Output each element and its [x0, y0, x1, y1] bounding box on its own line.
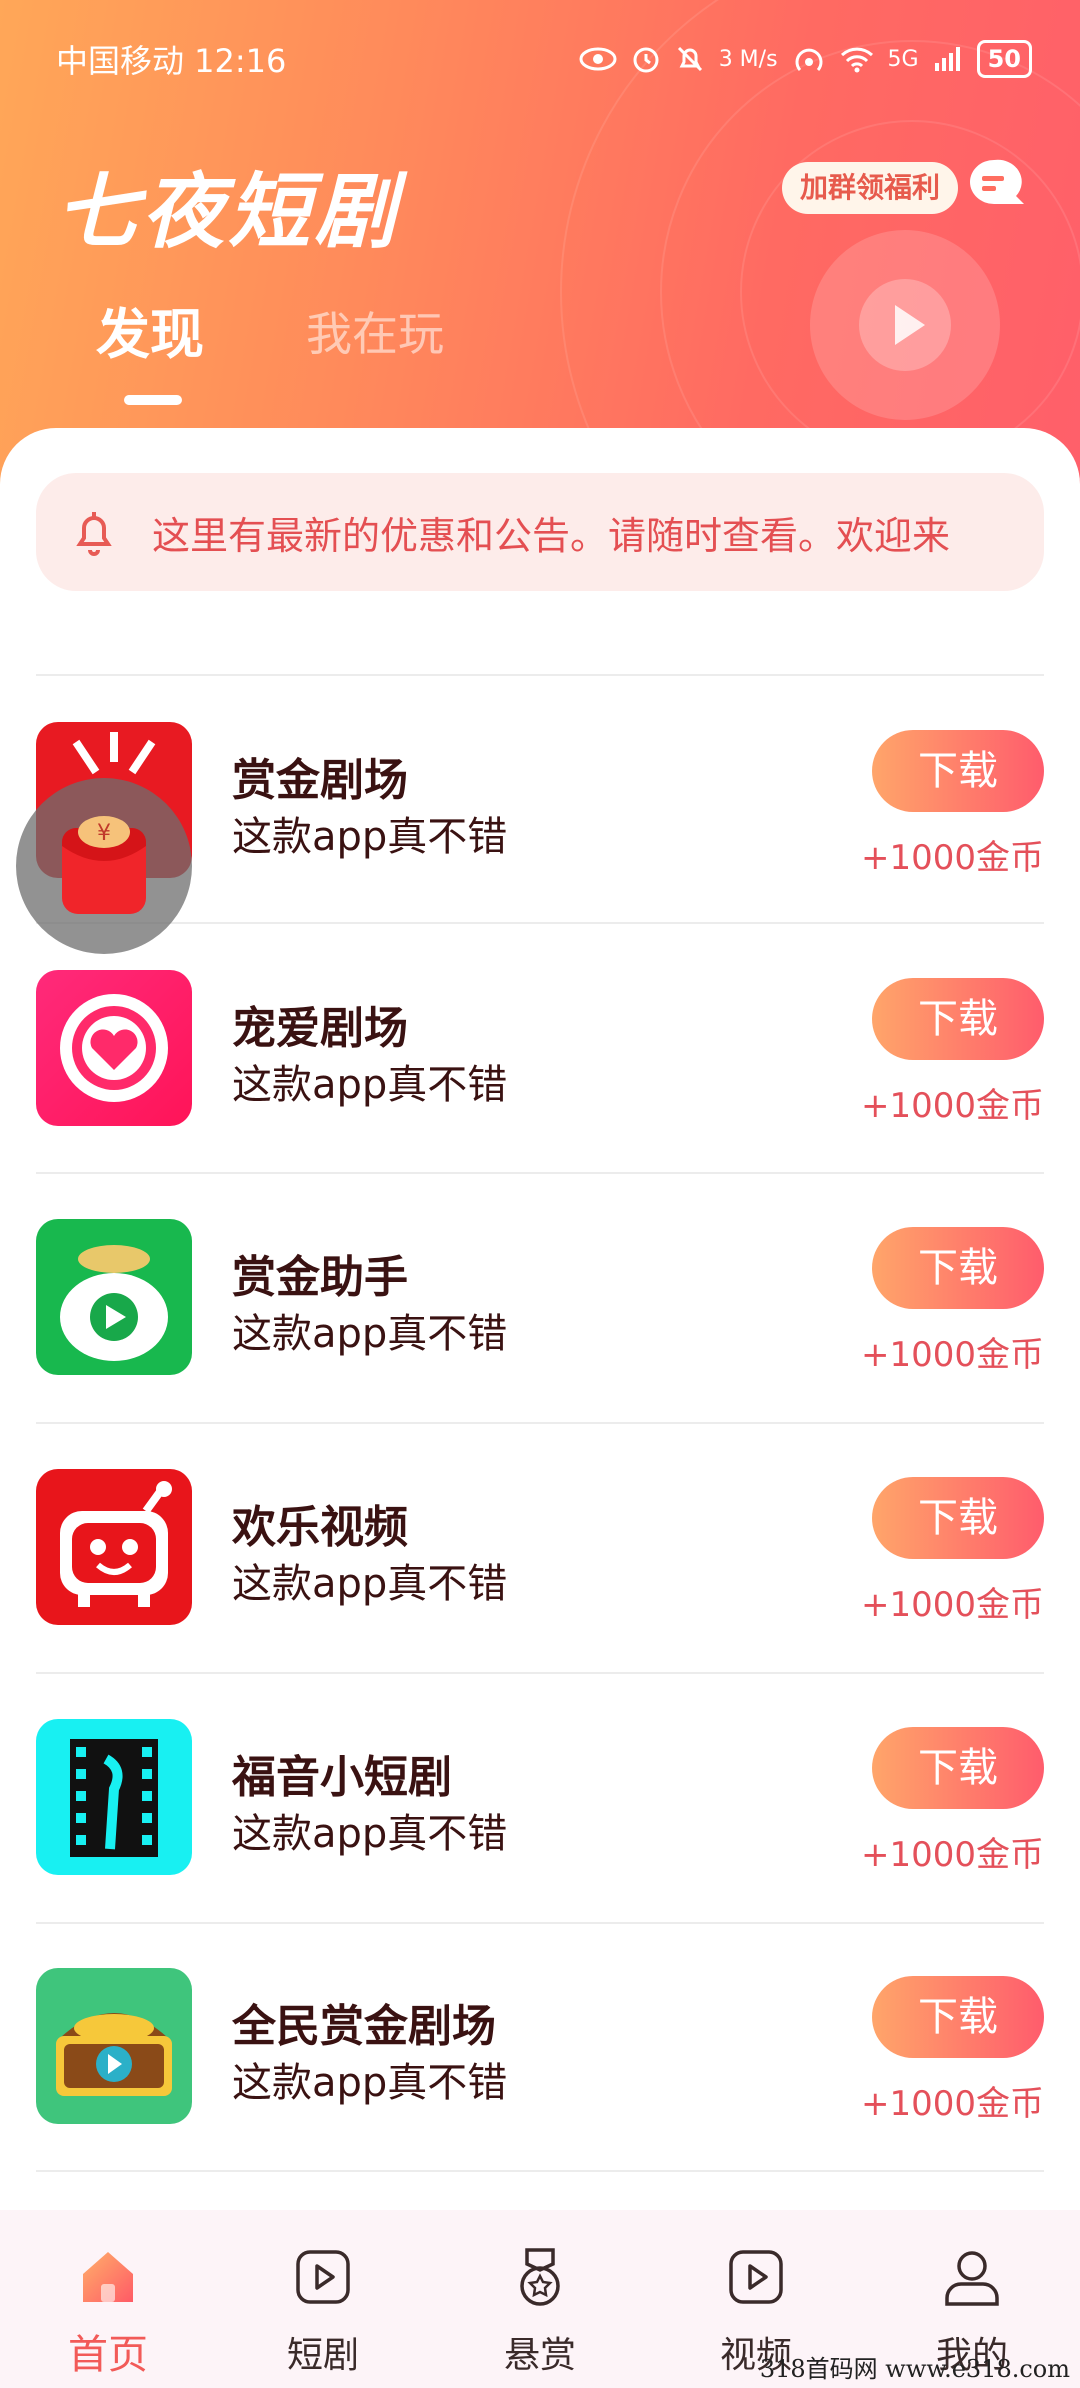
download-button[interactable]: 下载: [872, 1227, 1044, 1309]
app-desc: 这款app真不错: [232, 1561, 508, 1607]
eye-icon: [579, 47, 617, 71]
mute-bell-icon: [677, 46, 702, 72]
list-item[interactable]: 全民赏金剧场 这款app真不错 下载 +1000金币: [36, 1968, 1044, 2188]
app-desc: 这款app真不错: [232, 2060, 508, 2106]
treasure-chest-icon: [36, 1968, 192, 2124]
list-item[interactable]: 宠爱剧场 这款app真不错 下载 +1000金币: [36, 970, 1044, 1190]
coin-reward: +1000金币: [860, 1086, 1044, 1126]
coin-reward: +1000金币: [860, 838, 1044, 878]
divider: [36, 1672, 1044, 1674]
nav-label: 悬赏: [503, 2335, 576, 2376]
film-strip-icon: [36, 1719, 192, 1875]
wifi-icon: [840, 47, 873, 73]
red-packet-icon: ¥: [62, 816, 146, 914]
tv-face-icon: [36, 1469, 192, 1625]
divider: [36, 1422, 1044, 1424]
battery-indicator: 50: [976, 40, 1032, 78]
coin-reward: +1000金币: [860, 1335, 1044, 1375]
alarm-icon: [633, 47, 659, 73]
coin-reward: +1000金币: [860, 1835, 1044, 1875]
play-square-icon: [296, 2250, 350, 2304]
money-bag-icon: [36, 1219, 192, 1375]
status-bar: 中国移动 12:16 3 M/s 5G 50: [56, 34, 1032, 84]
app-name: 福音小短剧: [232, 1752, 452, 1803]
nav-home[interactable]: 首页: [33, 2210, 183, 2388]
net-speed: 3 M/s: [718, 46, 778, 72]
divider: [36, 1922, 1044, 1924]
divider: [36, 2170, 1044, 2172]
app-name: 宠爱剧场: [232, 1003, 408, 1054]
list-item[interactable]: 欢乐视频 这款app真不错 下载 +1000金币: [36, 1469, 1044, 1689]
divider: [36, 674, 1044, 676]
app-desc: 这款app真不错: [232, 1062, 508, 1108]
notice-text: 这里有最新的优惠和公告。请随时查看。欢迎来: [152, 513, 951, 558]
heart-icon: [36, 970, 192, 1126]
home-icon: [83, 2252, 133, 2302]
download-button[interactable]: 下载: [872, 1727, 1044, 1809]
medal-icon: [520, 2248, 560, 2306]
red-packet-button[interactable]: ¥: [16, 778, 192, 954]
app-name: 赏金助手: [232, 1252, 408, 1303]
divider: [36, 1172, 1044, 1174]
signal-icon: [934, 47, 960, 71]
app-desc: 这款app真不错: [232, 814, 508, 860]
list-item[interactable]: 赏金助手 这款app真不错 下载 +1000金币: [36, 1219, 1044, 1439]
bell-icon: [76, 512, 112, 556]
download-button[interactable]: 下载: [872, 978, 1044, 1060]
divider: [36, 922, 1044, 924]
app-name: 赏金剧场: [232, 755, 408, 806]
app-name: 全民赏金剧场: [232, 2001, 496, 2052]
list-item[interactable]: 赏金剧场 这款app真不错 下载 +1000金币: [36, 722, 1044, 942]
app-title: 七夜短剧: [56, 164, 400, 260]
notice-bar[interactable]: 这里有最新的优惠和公告。请随时查看。欢迎来: [36, 473, 1044, 591]
nav-bounty[interactable]: 悬赏: [465, 2210, 615, 2388]
svg-text:¥: ¥: [97, 821, 111, 846]
download-button[interactable]: 下载: [872, 1976, 1044, 2058]
download-button[interactable]: 下载: [872, 730, 1044, 812]
app-desc: 这款app真不错: [232, 1811, 508, 1857]
app-name: 欢乐视频: [232, 1502, 408, 1553]
chat-bubble-icon[interactable]: [964, 156, 1030, 214]
app-desc: 这款app真不错: [232, 1311, 508, 1357]
network-type: 5G: [887, 46, 919, 72]
tab-underline: [124, 395, 182, 405]
coin-reward: +1000金币: [860, 1585, 1044, 1625]
nav-dramas[interactable]: 短剧: [248, 2210, 398, 2388]
user-icon: [945, 2251, 999, 2306]
list-item[interactable]: 福音小短剧 这款app真不错 下载 +1000金币: [36, 1719, 1044, 1939]
hotspot-icon: [795, 48, 823, 71]
tab-discover[interactable]: 发现: [96, 290, 204, 369]
video-icon: [729, 2250, 783, 2304]
nav-label: 短剧: [286, 2335, 359, 2376]
join-group-button[interactable]: 加群领福利: [782, 162, 959, 214]
coin-reward: +1000金币: [860, 2084, 1044, 2124]
status-icons: 3 M/s 5G 50: [579, 40, 1032, 78]
download-button[interactable]: 下载: [872, 1477, 1044, 1559]
watermark: 318首码网 www.e318.com: [759, 2355, 1070, 2383]
play-circle-icon: [810, 230, 1000, 420]
tab-playing[interactable]: 我在玩: [306, 298, 444, 364]
nav-label: 首页: [68, 2332, 148, 2378]
carrier-time: 中国移动 12:16: [56, 42, 287, 80]
